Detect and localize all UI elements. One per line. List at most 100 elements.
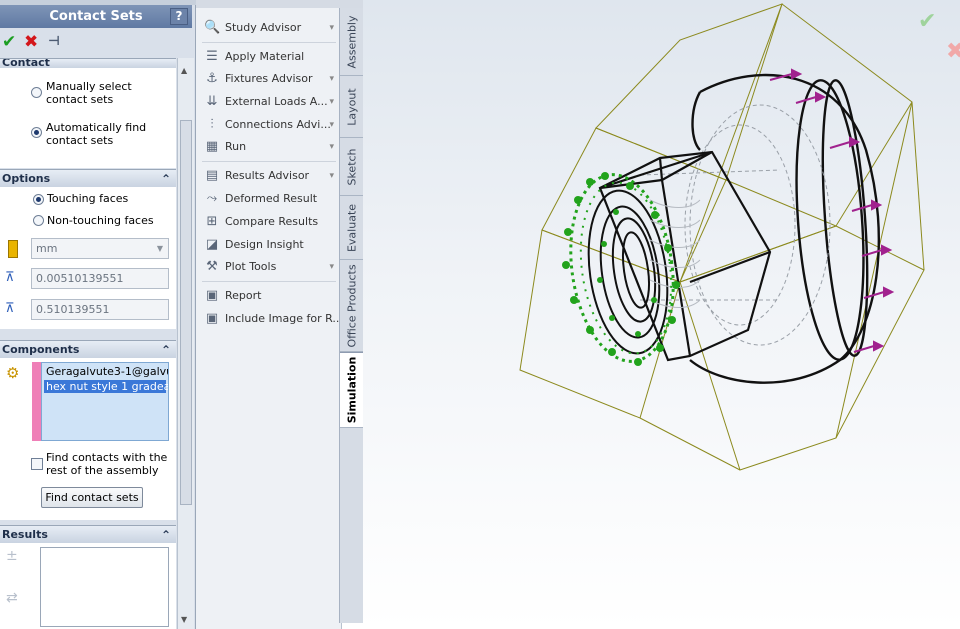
- non-touching-faces-label: Non-touching faces: [47, 214, 154, 227]
- design-insight-item[interactable]: ◪ Design Insight: [202, 234, 338, 256]
- plot-tools-item[interactable]: ⚒ Plot Tools ▾: [202, 256, 338, 278]
- material-icon: ☰: [206, 49, 218, 64]
- options-header-label: Options: [2, 172, 51, 185]
- item-label: Connections Advi...: [225, 118, 331, 131]
- scroll-down-icon[interactable]: ▼: [181, 615, 187, 624]
- components-listbox[interactable]: Geragalvute3-1@galvute hex nut style 1 g…: [41, 362, 169, 441]
- item-label: Apply Material: [225, 50, 305, 63]
- image-icon: ▣: [205, 311, 219, 326]
- tab-sketch[interactable]: Sketch: [340, 138, 363, 196]
- item-label: Plot Tools: [225, 260, 277, 273]
- external-loads-item[interactable]: ⇊ External Loads A... ▾: [202, 91, 338, 113]
- item-label: Fixtures Advisor: [225, 72, 313, 85]
- component-item-selected[interactable]: hex nut style 1 gradeab: [44, 380, 168, 393]
- run-item[interactable]: ▦ Run ▾: [202, 136, 338, 158]
- command-tabs: Assembly Layout Sketch Evaluate Office P…: [339, 8, 363, 623]
- cancel-x-icon[interactable]: ✖: [24, 32, 38, 52]
- help-button[interactable]: ?: [170, 8, 188, 25]
- dropdown-arrow-icon[interactable]: ▾: [329, 165, 334, 187]
- auto-find-radio[interactable]: [31, 127, 42, 138]
- unit-value: mm: [36, 242, 58, 255]
- results-section-header[interactable]: Results ⌃: [0, 525, 176, 543]
- results-icon: ▤: [205, 168, 219, 183]
- find-contact-sets-button[interactable]: Find contact sets: [41, 487, 143, 508]
- manual-select-radio[interactable]: [31, 87, 42, 98]
- fixture-icon: ⚓: [206, 71, 218, 86]
- add-result-icon: ±: [6, 548, 18, 564]
- tab-label: Assembly: [345, 14, 358, 69]
- distance-max-icon: ⊼: [5, 301, 15, 316]
- components-header-label: Components: [2, 343, 80, 356]
- dropdown-arrow-icon[interactable]: ▾: [329, 256, 334, 278]
- tab-label: Office Products: [345, 263, 358, 348]
- collapse-chevron-icon[interactable]: ⌃: [161, 341, 171, 359]
- pushpin-icon[interactable]: ⊣: [48, 34, 60, 49]
- tab-assembly[interactable]: Assembly: [340, 8, 363, 76]
- command-manager-header: [196, 0, 364, 8]
- graphics-area[interactable]: ✔ ✖: [363, 0, 960, 629]
- item-label: Report: [225, 289, 262, 302]
- tab-layout[interactable]: Layout: [340, 76, 363, 138]
- report-icon: ▣: [205, 288, 219, 303]
- results-listbox[interactable]: [40, 547, 169, 627]
- results-header-label: Results: [2, 528, 48, 541]
- item-label: Results Advisor: [225, 169, 310, 182]
- include-image-item[interactable]: ▣ Include Image for R...: [202, 308, 343, 330]
- results-advisor-item[interactable]: ▤ Results Advisor ▾: [202, 165, 338, 187]
- confirm-cancel-icon[interactable]: ✖: [946, 39, 960, 64]
- touching-faces-radio[interactable]: [33, 194, 44, 205]
- dropdown-arrow-icon[interactable]: ▼: [157, 239, 163, 258]
- contact-section-header[interactable]: Contact: [0, 58, 176, 68]
- panel-title-bar: Contact Sets ?: [0, 5, 192, 28]
- distance-max-field[interactable]: 0.510139551: [31, 299, 169, 320]
- insight-icon: ◪: [205, 237, 219, 252]
- compare-results-item[interactable]: ⊞ Compare Results: [202, 211, 338, 233]
- fixtures-advisor-item[interactable]: ⚓ Fixtures Advisor ▾: [202, 68, 338, 90]
- auto-find-label: Automatically find contact sets: [46, 121, 147, 147]
- dropdown-arrow-icon[interactable]: ▾: [329, 68, 334, 90]
- ok-check-icon[interactable]: ✔: [2, 32, 16, 52]
- connections-advisor-item[interactable]: ⫶ Connections Advi... ▾: [202, 114, 338, 136]
- connection-icon: ⫶: [210, 117, 214, 132]
- dropdown-arrow-icon[interactable]: ▾: [329, 114, 334, 136]
- panel-scrollbar[interactable]: ▲ ▼: [177, 58, 194, 629]
- selection-color-bar: [32, 362, 41, 441]
- component-item[interactable]: Geragalvute3-1@galvute: [42, 363, 168, 380]
- find-contacts-label: Find contacts with the rest of the assem…: [46, 451, 168, 477]
- scrollbar-thumb[interactable]: [180, 120, 192, 505]
- apply-material-item[interactable]: ☰ Apply Material: [202, 46, 338, 68]
- components-icon: ⚙: [6, 364, 20, 382]
- report-item[interactable]: ▣ Report: [202, 285, 338, 307]
- load-icon: ⇊: [206, 94, 218, 109]
- command-manager: 🔍 Study Advisor ▾ ☰ Apply Material ⚓ Fix…: [196, 0, 364, 629]
- item-label: Study Advisor: [225, 21, 302, 34]
- components-section-header[interactable]: Components ⌃: [0, 340, 176, 358]
- scroll-up-icon[interactable]: ▲: [181, 66, 187, 75]
- panel-title: Contact Sets: [49, 9, 143, 24]
- plot-tools-icon: ⚒: [206, 259, 218, 274]
- tab-office-products[interactable]: Office Products: [340, 260, 363, 352]
- distance-min-field[interactable]: 0.00510139551: [31, 268, 169, 289]
- unit-select[interactable]: mm ▼: [31, 238, 169, 259]
- dropdown-arrow-icon[interactable]: ▾: [329, 136, 334, 158]
- tab-simulation[interactable]: Simulation: [340, 352, 363, 428]
- collapse-chevron-icon[interactable]: ⌃: [161, 526, 171, 544]
- model-viewport[interactable]: ✔ ✖: [363, 0, 960, 629]
- tab-evaluate[interactable]: Evaluate: [340, 196, 363, 260]
- dropdown-arrow-icon[interactable]: ▾: [329, 91, 334, 113]
- non-touching-faces-radio[interactable]: [33, 215, 44, 226]
- deformed-icon: ⤳: [206, 191, 218, 206]
- collapse-chevron-icon[interactable]: ⌃: [161, 170, 171, 188]
- confirm-check-icon[interactable]: ✔: [918, 9, 936, 34]
- study-advisor-item[interactable]: 🔍 Study Advisor ▾: [202, 17, 338, 39]
- deformed-result-item[interactable]: ⤳ Deformed Result: [202, 188, 338, 210]
- item-label: Run: [225, 140, 247, 153]
- distance-min-icon: ⊼: [5, 270, 15, 285]
- dropdown-arrow-icon[interactable]: ▾: [329, 17, 334, 39]
- item-label: External Loads A...: [225, 95, 328, 108]
- options-section-header[interactable]: Options ⌃: [0, 169, 176, 187]
- find-contacts-checkbox[interactable]: [31, 458, 43, 470]
- divider: [202, 161, 336, 162]
- action-row: ✔ ✖ ⊣: [0, 28, 192, 58]
- property-manager: Contact Sets ? ✔ ✖ ⊣ Contact Manually se…: [0, 0, 196, 629]
